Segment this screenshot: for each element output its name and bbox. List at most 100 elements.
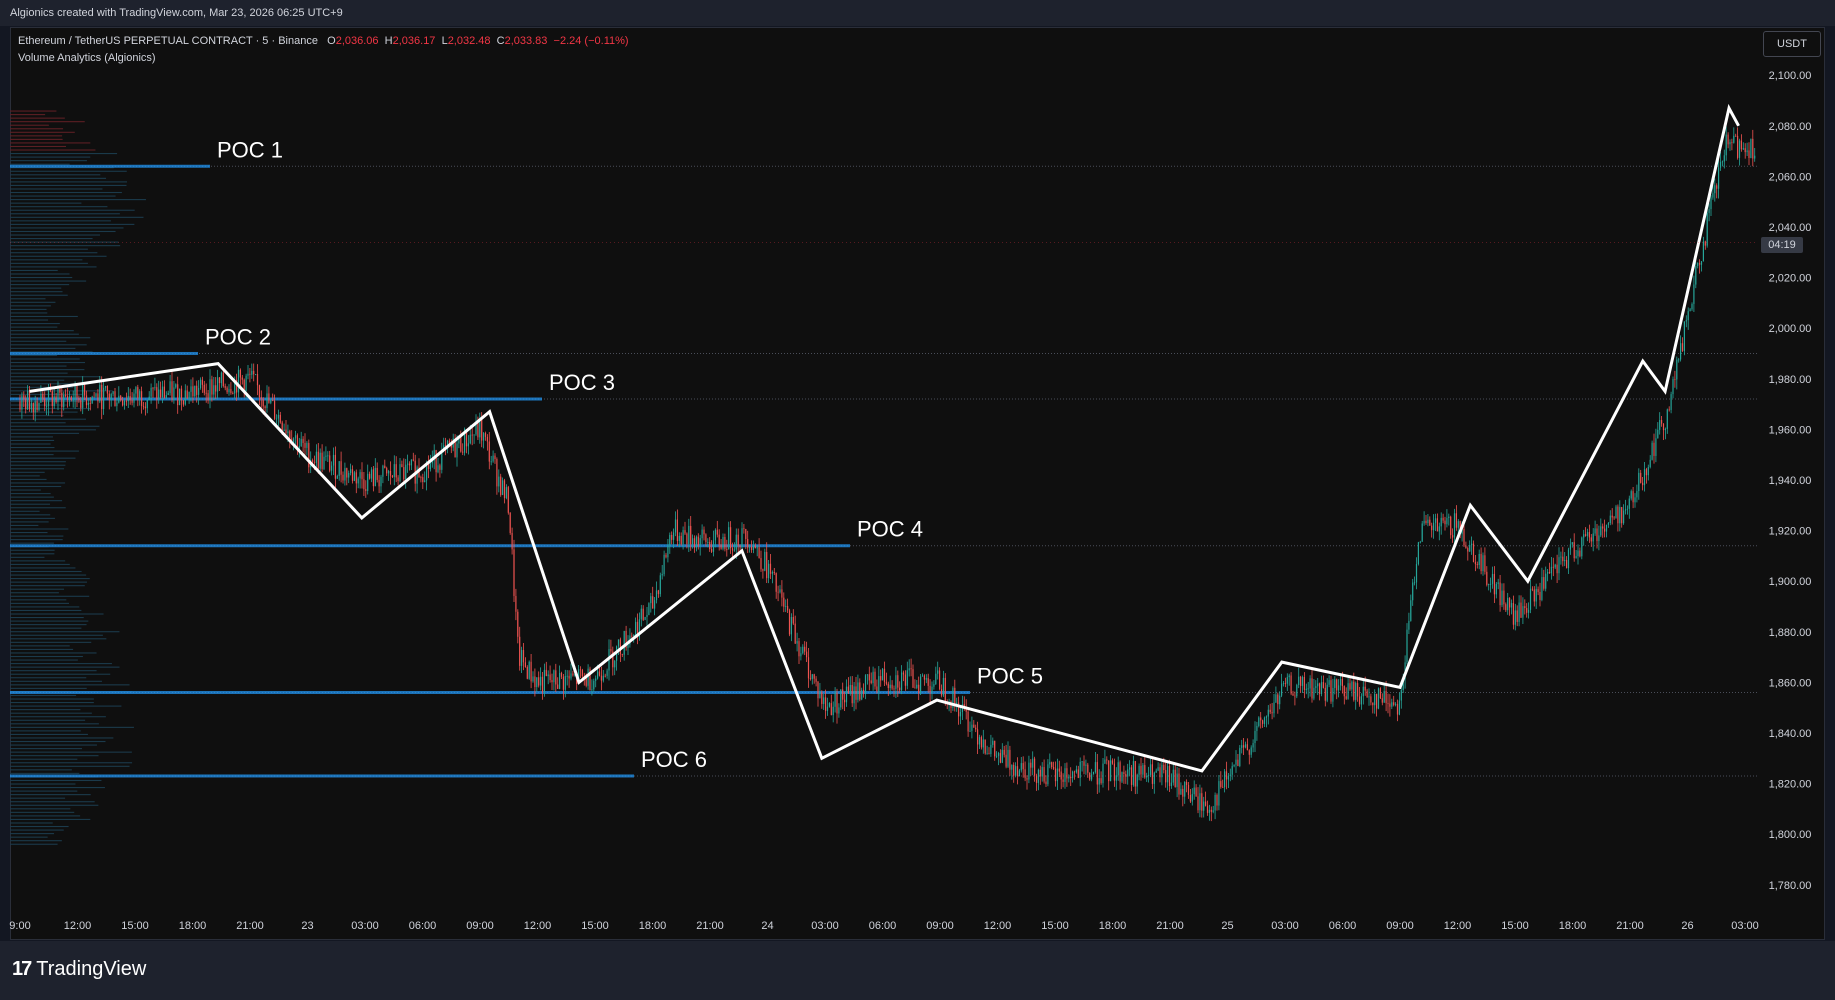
candle-body — [306, 443, 308, 448]
candle-body — [217, 377, 219, 392]
candle-body — [374, 467, 376, 487]
volume-profile-bar — [10, 485, 62, 488]
candle-body — [389, 470, 392, 476]
candle-body — [203, 384, 205, 393]
volume-profile-bar — [10, 372, 68, 374]
candle-body — [304, 443, 306, 448]
candle-body — [104, 386, 107, 388]
candle-body — [70, 396, 72, 400]
candle-body — [148, 396, 150, 400]
candle-body — [994, 740, 996, 757]
candle-body — [1415, 564, 1418, 583]
volume-profile-bar — [10, 337, 91, 339]
candle-body — [23, 395, 25, 399]
candle-body — [350, 469, 352, 473]
candle-body — [760, 558, 762, 570]
candle-body — [1085, 764, 1087, 766]
x-tick-label: 06:00 — [409, 920, 437, 932]
candle-body — [545, 669, 547, 677]
candle-body — [122, 400, 124, 406]
candle-body — [517, 611, 519, 637]
candle-body — [1748, 150, 1750, 158]
candle-body — [1621, 507, 1623, 524]
volume-profile-bar — [10, 840, 62, 842]
candle-body — [1092, 772, 1095, 775]
candle-body — [543, 669, 545, 692]
candle-body — [1167, 765, 1169, 783]
volume-profile-bar — [10, 772, 80, 774]
volume-profile-bar — [10, 468, 65, 470]
candle-body — [1683, 321, 1685, 351]
volume-profile-bar — [10, 312, 48, 314]
candle-body — [541, 676, 544, 692]
volume-profile-bar — [10, 602, 70, 604]
candle-body — [1412, 582, 1414, 601]
volume-profile-bar — [10, 570, 82, 573]
candle-body — [32, 403, 34, 413]
volume-profile-bar — [10, 199, 146, 201]
candle-body — [1072, 771, 1074, 779]
candle-body — [665, 554, 667, 558]
x-tick-label: 18:00 — [1559, 920, 1587, 932]
volume-profile-bar — [10, 733, 88, 735]
candle-body — [773, 572, 775, 574]
candle-body — [163, 386, 165, 398]
candle-body — [1301, 676, 1304, 686]
candle-body — [693, 538, 696, 548]
indicator-name[interactable]: Volume Analytics (Algionics) — [18, 52, 156, 64]
candle-body — [990, 744, 992, 754]
candle-body — [479, 419, 481, 438]
candle-body — [89, 402, 91, 404]
candle-body — [1144, 765, 1146, 778]
candle-body — [179, 388, 181, 406]
volume-profile-bar — [10, 673, 111, 675]
candle-body — [1640, 472, 1642, 483]
candle-body — [859, 682, 861, 700]
candle-body — [331, 465, 333, 471]
candle-body — [1374, 693, 1376, 706]
poc-label: POC 4 — [857, 517, 923, 542]
candle-body — [1370, 696, 1372, 703]
candle-body — [712, 540, 715, 552]
currency-button[interactable]: USDT — [1763, 31, 1821, 57]
candle-body — [338, 461, 340, 476]
candle-body — [154, 387, 156, 389]
tradingview-brand[interactable]: 17 TradingView — [12, 958, 146, 981]
candle-body — [688, 525, 690, 545]
candle-body — [1396, 704, 1399, 715]
candle-body — [1233, 764, 1235, 767]
candle-body — [1448, 516, 1450, 518]
candle-body — [1569, 544, 1571, 550]
candle-body — [1138, 765, 1140, 775]
candle-body — [1662, 423, 1665, 431]
volume-profile-bar — [10, 588, 65, 590]
candle-body — [895, 675, 897, 689]
candle-body — [51, 391, 53, 407]
candle-body — [703, 529, 705, 535]
volume-profile-bar — [10, 323, 60, 325]
candle-body — [1699, 262, 1701, 265]
candle-body — [1165, 770, 1167, 783]
candle-body — [175, 384, 177, 388]
candle-body — [1419, 541, 1421, 543]
volume-profile-bar — [10, 276, 73, 279]
candle-body — [540, 676, 542, 686]
volume-profile-bar — [10, 294, 68, 296]
candle-body — [600, 675, 602, 681]
candle-body — [486, 436, 488, 442]
candle-body — [199, 379, 202, 388]
chart-svg[interactable]: 2,100.00 2,080.00 2,060.00 2,040.00 2,020.00… — [0, 0, 1835, 1000]
candle-body — [623, 630, 625, 655]
symbol-name[interactable]: Ethereum / TetherUS PERPETUAL CONTRACT ·… — [18, 35, 318, 47]
candle-body — [44, 398, 46, 407]
candle-body — [806, 651, 808, 658]
candle-body — [359, 472, 361, 479]
candle-body — [942, 677, 944, 696]
candle-body — [1121, 772, 1123, 782]
candle-body — [1161, 764, 1163, 778]
candle-body — [1081, 761, 1083, 763]
candle-body — [1003, 749, 1005, 755]
candle-body — [969, 730, 971, 732]
y-tick-label: 1,920.00 — [1769, 526, 1812, 538]
candle-body — [1282, 682, 1285, 684]
